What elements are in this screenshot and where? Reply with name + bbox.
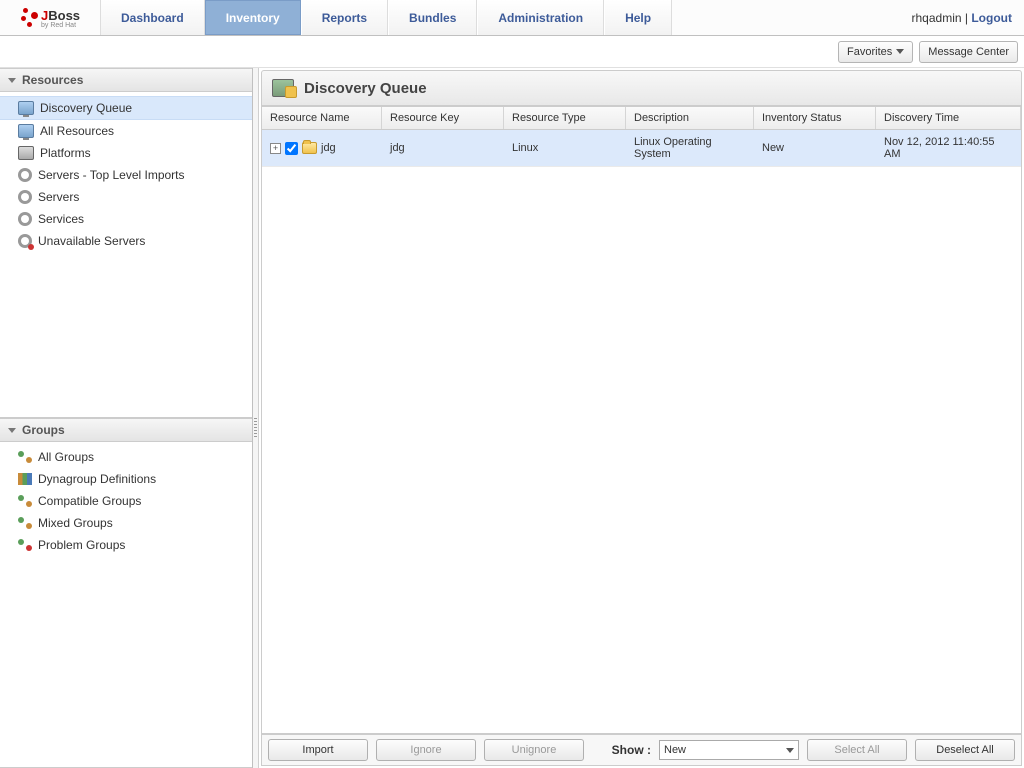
chevron-down-icon [8,428,16,433]
monitor-icon [18,124,34,138]
gear-alert-icon [18,234,32,248]
col-resource-name[interactable]: Resource Name [262,107,382,129]
show-label: Show : [612,743,651,757]
tab-inventory[interactable]: Inventory [205,0,301,35]
discovery-grid: Resource Name Resource Key Resource Type… [261,106,1022,734]
sidebar-item-unavailable-servers[interactable]: Unavailable Servers [0,230,252,252]
toolbar: Favorites Message Center [0,36,1024,68]
ignore-button[interactable]: Ignore [376,739,476,761]
sidebar-item-problem-groups[interactable]: Problem Groups [0,534,252,556]
main-content: Discovery Queue Resource Name Resource K… [259,68,1024,768]
tab-reports[interactable]: Reports [301,0,388,35]
import-button[interactable]: Import [268,739,368,761]
monitor-icon [18,101,34,115]
group-alert-icon [18,539,32,551]
logo: JBoss by Red Hat [0,6,100,30]
logout-link[interactable]: Logout [971,11,1012,25]
col-discovery-time[interactable]: Discovery Time [876,107,1021,129]
sidebar-item-servers-top-level[interactable]: Servers - Top Level Imports [0,164,252,186]
tab-administration[interactable]: Administration [477,0,604,35]
discovery-queue-icon [272,79,294,97]
group-icon [18,517,32,529]
sidebar-item-platforms[interactable]: Platforms [0,142,252,164]
chevron-down-icon [786,748,794,753]
nav-tabs: Dashboard Inventory Reports Bundles Admi… [100,0,672,35]
col-resource-type[interactable]: Resource Type [504,107,626,129]
tab-bundles[interactable]: Bundles [388,0,477,35]
col-description[interactable]: Description [626,107,754,129]
sidebar-item-dynagroup[interactable]: Dynagroup Definitions [0,468,252,490]
chevron-down-icon [896,49,904,54]
footer-toolbar: Import Ignore Unignore Show : New Select… [261,734,1022,766]
message-center-button[interactable]: Message Center [919,41,1018,63]
expand-icon[interactable]: + [270,143,281,154]
platform-icon [18,146,34,160]
gear-icon [18,190,32,204]
deselect-all-button[interactable]: Deselect All [915,739,1015,761]
tab-dashboard[interactable]: Dashboard [100,0,205,35]
unignore-button[interactable]: Unignore [484,739,584,761]
section-resources-header[interactable]: Resources [0,68,252,92]
group-icon [18,451,32,463]
dynagroup-icon [18,473,32,485]
row-checkbox[interactable] [285,142,298,155]
grid-header: Resource Name Resource Key Resource Type… [262,107,1021,130]
logo-text: Boss [48,8,80,23]
sidebar-item-all-resources[interactable]: All Resources [0,120,252,142]
title-bar: Discovery Queue [261,70,1022,106]
section-resources-body: Discovery Queue All Resources Platforms … [0,92,252,418]
sidebar: Resources Discovery Queue All Resources … [0,68,253,768]
username: rhqadmin [912,11,962,25]
sidebar-item-mixed-groups[interactable]: Mixed Groups [0,512,252,534]
gear-icon [18,212,32,226]
sidebar-item-discovery-queue[interactable]: Discovery Queue [0,96,252,120]
folder-icon [302,142,317,154]
sidebar-item-servers[interactable]: Servers [0,186,252,208]
sidebar-item-all-groups[interactable]: All Groups [0,446,252,468]
select-all-button[interactable]: Select All [807,739,907,761]
sidebar-item-services[interactable]: Services [0,208,252,230]
gear-icon [18,168,32,182]
col-inventory-status[interactable]: Inventory Status [754,107,876,129]
section-groups-body: All Groups Dynagroup Definitions Compati… [0,442,252,768]
favorites-button[interactable]: Favorites [838,41,913,63]
col-resource-key[interactable]: Resource Key [382,107,504,129]
chevron-down-icon [8,78,16,83]
group-icon [18,495,32,507]
show-select[interactable]: New [659,740,799,760]
grid-body[interactable]: + jdg jdg Linux Linux Operating System N… [262,130,1021,733]
section-groups-header[interactable]: Groups [0,418,252,442]
user-area: rhqadmin | Logout [912,11,1024,25]
sidebar-item-compatible-groups[interactable]: Compatible Groups [0,490,252,512]
page-title: Discovery Queue [304,80,427,97]
tab-help[interactable]: Help [604,0,672,35]
top-nav: JBoss by Red Hat Dashboard Inventory Rep… [0,0,1024,36]
splitter[interactable] [253,68,259,768]
table-row[interactable]: + jdg jdg Linux Linux Operating System N… [262,130,1021,167]
logo-tagline: by Red Hat [41,22,80,29]
